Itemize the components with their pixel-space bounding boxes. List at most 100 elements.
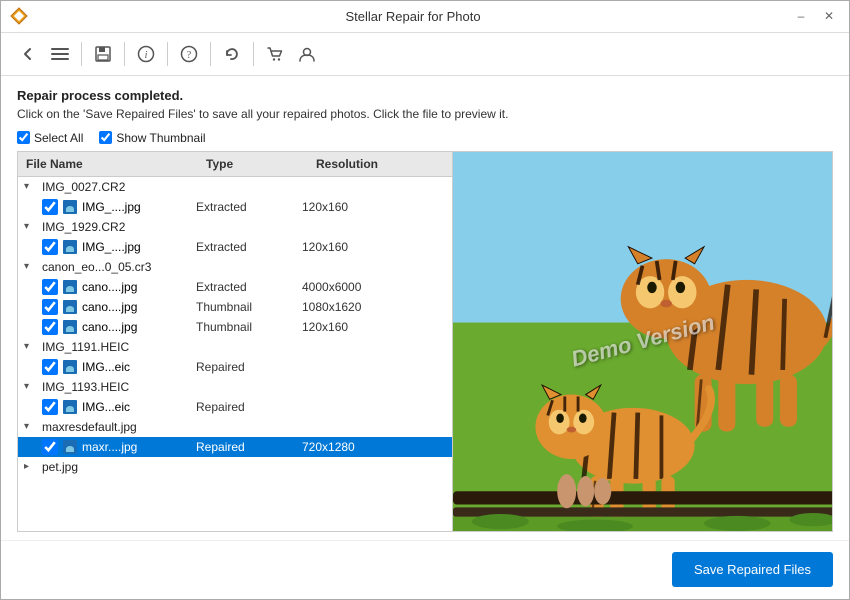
group-name: IMG_1193.HEIC [42, 380, 129, 394]
group-pet[interactable]: ▸ pet.jpg [18, 457, 452, 477]
file-name: cano....jpg [82, 320, 192, 334]
file-checkbox[interactable] [42, 399, 58, 415]
file-checkbox[interactable] [42, 199, 58, 215]
file-name: IMG_....jpg [82, 240, 192, 254]
profile-button[interactable] [292, 41, 322, 67]
main-panel: File Name Type Resolution ▾ IMG_0027.CR2… [17, 151, 833, 532]
col-header-type: Type [198, 152, 308, 176]
content-area: Repair process completed. Click on the '… [1, 76, 849, 540]
file-res: 1080x1620 [302, 300, 446, 314]
info-button[interactable]: i [131, 41, 161, 67]
file-name: IMG...eic [82, 360, 192, 374]
list-item[interactable]: IMG_....jpg Extracted 120x160 [18, 197, 452, 217]
file-type: Extracted [192, 240, 302, 254]
file-checkbox[interactable] [42, 279, 58, 295]
list-item[interactable]: cano....jpg Thumbnail 1080x1620 [18, 297, 452, 317]
chevron-down-icon: ▾ [24, 341, 38, 352]
select-all-checkbox[interactable] [17, 131, 30, 144]
save-repaired-files-button[interactable]: Save Repaired Files [672, 552, 833, 587]
app-icon [9, 6, 29, 26]
group-canon[interactable]: ▾ canon_eo...0_05.cr3 [18, 257, 452, 277]
group-img1191[interactable]: ▾ IMG_1191.HEIC [18, 337, 452, 357]
close-button[interactable]: ✕ [817, 4, 841, 28]
image-icon [62, 359, 78, 375]
group-name: maxresdefault.jpg [42, 420, 137, 434]
file-res: 120x160 [302, 320, 446, 334]
status-title: Repair process completed. [17, 88, 833, 103]
file-checkbox[interactable] [42, 319, 58, 335]
file-list-pane: File Name Type Resolution ▾ IMG_0027.CR2… [18, 152, 453, 531]
file-type: Extracted [192, 200, 302, 214]
menu-button[interactable] [45, 41, 75, 67]
image-icon [62, 299, 78, 315]
sep4 [210, 42, 211, 66]
app-window: Stellar Repair for Photo – ✕ i ? [0, 0, 850, 600]
chevron-down-icon: ▾ [24, 221, 38, 232]
chevron-down-icon: ▾ [24, 421, 38, 432]
image-icon [62, 279, 78, 295]
bottom-bar: Save Repaired Files [1, 540, 849, 599]
undo-button[interactable] [217, 41, 247, 67]
file-name: IMG_....jpg [82, 200, 192, 214]
help-button[interactable]: ? [174, 41, 204, 67]
back-button[interactable] [13, 41, 43, 67]
sep3 [167, 42, 168, 66]
group-name: canon_eo...0_05.cr3 [42, 260, 151, 274]
preview-pane: Demo Version [453, 152, 832, 531]
group-name: IMG_1191.HEIC [42, 340, 129, 354]
show-thumbnail-checkbox[interactable] [99, 131, 112, 144]
options-bar: Select All Show Thumbnail [17, 131, 833, 145]
file-name: cano....jpg [82, 300, 192, 314]
group-name: IMG_0027.CR2 [42, 180, 125, 194]
svg-text:i: i [145, 50, 148, 61]
preview-image [453, 152, 832, 531]
file-name: IMG...eic [82, 400, 192, 414]
list-item[interactable]: IMG...eic Repaired [18, 397, 452, 417]
image-icon [62, 399, 78, 415]
file-res: 720x1280 [302, 440, 446, 454]
file-type: Repaired [192, 440, 302, 454]
save-file-button[interactable] [88, 41, 118, 67]
file-res: 120x160 [302, 240, 446, 254]
sep1 [81, 42, 82, 66]
svg-text:?: ? [187, 50, 192, 61]
file-checkbox[interactable] [42, 299, 58, 315]
list-item[interactable]: IMG...eic Repaired [18, 357, 452, 377]
group-maxres[interactable]: ▾ maxresdefault.jpg [18, 417, 452, 437]
group-img0027[interactable]: ▾ IMG_0027.CR2 [18, 177, 452, 197]
select-all-checkbox-label[interactable]: Select All [17, 131, 83, 145]
file-checkbox[interactable] [42, 439, 58, 455]
file-list-body: ▾ IMG_0027.CR2 IMG_....jpg Extracted 120… [18, 177, 452, 531]
chevron-down-icon: ▾ [24, 181, 38, 192]
col-header-res: Resolution [308, 152, 452, 176]
file-checkbox[interactable] [42, 359, 58, 375]
image-icon [62, 199, 78, 215]
file-checkbox[interactable] [42, 239, 58, 255]
file-res: 120x160 [302, 200, 446, 214]
file-type: Thumbnail [192, 300, 302, 314]
toolbar: i ? [1, 33, 849, 76]
minimize-button[interactable]: – [789, 4, 813, 28]
list-item[interactable]: IMG_....jpg Extracted 120x160 [18, 237, 452, 257]
chevron-down-icon: ▾ [24, 381, 38, 392]
list-item-selected[interactable]: maxr....jpg Repaired 720x1280 [18, 437, 452, 457]
sep5 [253, 42, 254, 66]
select-all-label: Select All [34, 131, 83, 145]
group-name: IMG_1929.CR2 [42, 220, 125, 234]
list-item[interactable]: cano....jpg Thumbnail 120x160 [18, 317, 452, 337]
chevron-down-icon: ▾ [24, 261, 38, 272]
group-name: pet.jpg [42, 460, 78, 474]
title-bar: Stellar Repair for Photo – ✕ [1, 1, 849, 33]
group-img1929[interactable]: ▾ IMG_1929.CR2 [18, 217, 452, 237]
cart-button[interactable] [260, 41, 290, 67]
status-subtitle: Click on the 'Save Repaired Files' to sa… [17, 107, 833, 121]
file-name: maxr....jpg [82, 440, 192, 454]
col-header-name: File Name [18, 152, 198, 176]
show-thumbnail-label: Show Thumbnail [116, 131, 205, 145]
list-item[interactable]: cano....jpg Extracted 4000x6000 [18, 277, 452, 297]
group-img1193[interactable]: ▾ IMG_1193.HEIC [18, 377, 452, 397]
file-type: Thumbnail [192, 320, 302, 334]
show-thumbnail-checkbox-label[interactable]: Show Thumbnail [99, 131, 205, 145]
sep2 [124, 42, 125, 66]
image-icon [62, 319, 78, 335]
